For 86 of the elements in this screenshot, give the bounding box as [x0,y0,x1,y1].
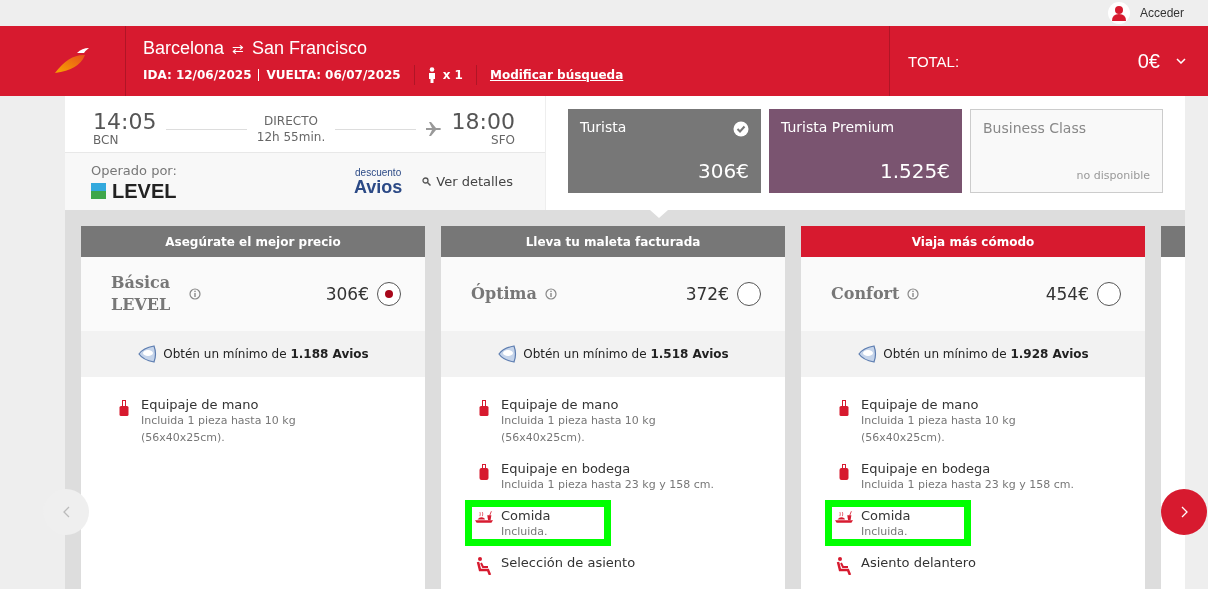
feature-title: Equipaje de mano [141,397,260,412]
avios-badge-icon [497,344,518,364]
swap-arrows-icon: ⇄ [232,40,245,57]
fare-radio-button[interactable] [1097,282,1121,306]
cabin-class-card[interactable]: Business Class no disponible [970,109,1163,193]
avios-earning-text: Obtén un mínimo de 1.928 Avios [883,347,1089,361]
fare-radio-button[interactable] [737,282,761,306]
info-icon[interactable] [907,288,920,300]
passenger-count: x 1 [442,68,463,82]
avios-brand: Avios [353,177,403,196]
feature-detail: Incluida 1 pieza hasta 23 kg y 158 cm. [861,477,1074,493]
airplane-icon [425,122,442,136]
total-label: TOTAL: [908,52,961,70]
departure-time: 14:05 [93,111,157,133]
avios-badge-icon [137,344,158,364]
fare-name: Óptima [471,283,537,305]
airline-logo-icon[interactable] [55,48,89,74]
feature-title: Comida [861,508,911,523]
meal-tray-icon [475,510,493,524]
info-icon[interactable] [189,288,201,300]
avios-badge-icon [857,344,878,364]
outbound-date: IDA: 12/06/2025 [143,68,252,82]
unavailable-label: no disponible [1076,169,1150,182]
fare-price: 372€ [685,284,729,304]
fare-radio-button[interactable] [377,282,401,306]
feature-detail: Incluida 1 pieza hasta 10 kg (56x40x25cm). [861,413,1017,446]
departure-airport: BCN [93,133,120,147]
cabin-class-card[interactable]: Turista Premium 1.525€ [769,109,962,193]
cabin-name: Business Class [983,120,1087,136]
feature-title: Equipaje en bodega [501,461,632,476]
chevron-down-icon[interactable] [1176,58,1186,64]
feature-title: Asiento delantero [861,555,976,570]
seat-icon [476,557,492,575]
fare-name: Básica LEVEL [111,272,172,316]
cabin-name: Turista [580,119,627,135]
avios-earning-text: Obtén un mínimo de 1.188 Avios [163,347,369,361]
seat-icon [836,557,852,575]
feature-detail: Incluida. [861,524,909,540]
feature-title: Equipaje de mano [501,397,620,412]
meal-tray-icon [835,510,853,524]
operated-by-label: Operado por: [91,162,178,178]
modify-search-link[interactable]: Modificar búsqueda [489,68,624,82]
stops-label: DIRECTO [264,114,318,128]
search-icon [422,177,432,186]
operating-airline: LEVEL [112,180,177,201]
verified-check-icon [733,121,749,137]
login-link[interactable]: Acceder [1139,6,1184,20]
feature-detail: Incluida 1 pieza hasta 10 kg (56x40x25cm). [141,413,297,446]
arrival-time: 18:00 [451,111,515,133]
feature-title: Equipaje en bodega [861,461,992,476]
suitcase-icon [479,463,489,481]
suitcase-icon [119,399,129,417]
feature-detail: Incluida 1 pieza hasta 10 kg (56x40x25cm). [501,413,657,446]
next-arrow-button[interactable] [1161,489,1207,535]
suitcase-icon [479,399,489,417]
cabin-name: Turista Premium [781,119,895,135]
fare-price: 306€ [325,284,369,304]
chevron-left-icon [62,506,70,518]
chevron-right-icon [1180,506,1188,518]
cabin-price: 1.525€ [880,159,950,183]
total-price: 0€ [1137,49,1160,73]
feature-title: Equipaje de mano [861,397,980,412]
fare-banner: Lleva tu maleta facturada [441,226,785,257]
fare-banner: Asegúrate el mejor precio [81,226,425,257]
avios-earning-text: Obtén un mínimo de 1.518 Avios [523,347,729,361]
fare-price: 454€ [1045,284,1089,304]
suitcase-icon [839,463,849,481]
destination-city: San Francisco [252,38,368,59]
suitcase-icon [839,399,849,417]
flight-duration: 12h 55min. [256,130,326,144]
view-details-link[interactable]: Ver detalles [422,174,513,189]
passenger-icon [427,67,436,83]
arrival-airport: SFO [491,133,515,147]
origin-city: Barcelona [143,38,225,59]
airline-square-icon [91,182,106,199]
user-avatar-icon[interactable] [1107,2,1130,24]
feature-title: Selección de asiento [501,555,636,570]
feature-detail: Incluida. [501,524,549,540]
discount-label: descuento [355,167,402,178]
info-icon[interactable] [544,288,557,300]
fare-name: Confort [831,283,900,305]
return-date: VUELTA: 06/07/2025 [266,68,401,82]
fare-banner: Viaja más cómodo [801,226,1145,257]
feature-detail: Incluida 1 pieza hasta 23 kg y 158 cm. [501,477,714,493]
cabin-price: 306€ [698,159,749,183]
feature-title: Comida [501,508,551,523]
